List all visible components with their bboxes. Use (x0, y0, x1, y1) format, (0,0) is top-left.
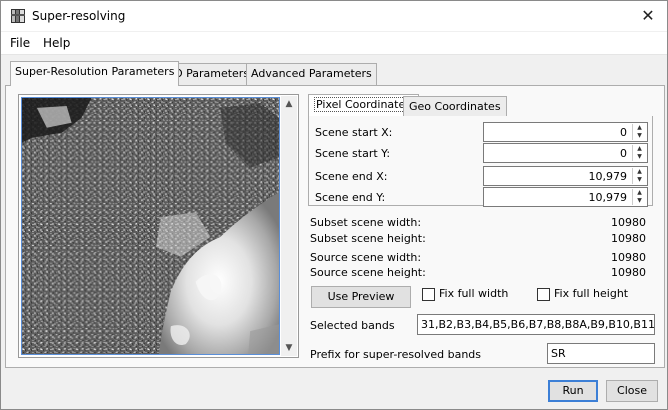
source-scene-height-label: Source scene height: (310, 266, 426, 279)
checkbox-box[interactable] (537, 287, 550, 301)
scene-start-x-stepper[interactable]: ▲ ▼ (632, 124, 646, 140)
subset-scene-width-label: Subset scene width: (310, 216, 422, 229)
dialog-window: Super-resolving ✕ File Help Super-Resolu… (0, 0, 668, 410)
window-title: Super-resolving (32, 9, 126, 23)
app-icon (11, 9, 25, 23)
increment-icon[interactable]: ▲ (633, 168, 646, 176)
source-scene-width-label: Source scene width: (310, 251, 422, 264)
prefix-field[interactable]: SR (547, 343, 655, 364)
increment-icon[interactable]: ▲ (633, 124, 646, 132)
satellite-preview-image[interactable] (21, 97, 280, 355)
close-button[interactable]: Close (606, 380, 658, 402)
source-scene-width-value: 10980 (611, 251, 646, 264)
scene-end-x-spinner[interactable]: 10,979 ▲ ▼ (483, 166, 648, 186)
tab-advanced-parameters[interactable]: Advanced Parameters (246, 63, 377, 85)
preview-scrollbar[interactable]: ▲ ▼ (281, 96, 297, 356)
selected-bands-field[interactable]: 31,B2,B3,B4,B5,B6,B7,B8,B8A,B9,B10,B11,B… (417, 314, 655, 335)
scene-start-y-label: Scene start Y: (315, 147, 391, 160)
scene-end-x-label: Scene end X: (315, 170, 388, 183)
scroll-down-icon[interactable]: ▼ (281, 340, 297, 356)
scene-start-y-spinner[interactable]: 0 ▲ ▼ (483, 143, 648, 163)
menu-bar: File Help (1, 32, 667, 55)
scene-start-y-value: 0 (620, 147, 627, 160)
title-bar: Super-resolving ✕ (1, 1, 667, 31)
fix-full-width-label: Fix full width (439, 287, 509, 300)
close-window-icon[interactable]: ✕ (637, 6, 659, 26)
scene-start-x-spinner[interactable]: 0 ▲ ▼ (483, 122, 648, 142)
scene-end-y-label: Scene end Y: (315, 191, 386, 204)
menu-file[interactable]: File (10, 36, 30, 50)
decrement-icon[interactable]: ▼ (633, 176, 646, 184)
scene-end-y-spinner[interactable]: 10,979 ▲ ▼ (483, 187, 648, 207)
scene-start-x-value: 0 (620, 126, 627, 139)
decrement-icon[interactable]: ▼ (633, 153, 646, 161)
tab-geo-coordinates[interactable]: Geo Coordinates (403, 96, 507, 116)
prefix-label: Prefix for super-resolved bands (310, 348, 482, 361)
subset-scene-width-value: 10980 (611, 216, 646, 229)
scene-start-y-stepper[interactable]: ▲ ▼ (632, 145, 646, 161)
menu-help[interactable]: Help (43, 36, 70, 50)
scene-end-x-stepper[interactable]: ▲ ▼ (632, 168, 646, 184)
image-preview[interactable]: ▲ ▼ (18, 94, 299, 358)
scroll-up-icon[interactable]: ▲ (281, 96, 297, 112)
fix-full-height-label: Fix full height (554, 287, 629, 300)
scene-end-y-value: 10,979 (588, 191, 628, 204)
subset-scene-height-label: Subset scene height: (310, 232, 426, 245)
decrement-icon[interactable]: ▼ (633, 197, 646, 205)
run-button[interactable]: Run (548, 380, 598, 402)
subset-scene-height-value: 10980 (611, 232, 646, 245)
super-resolution-panel: ▲ ▼ Pixel Coordinates Geo Coordinates Sc… (5, 85, 665, 368)
use-preview-button[interactable]: Use Preview (311, 286, 411, 308)
fix-full-height-checkbox[interactable]: Fix full height (537, 287, 628, 301)
selected-bands-label: Selected bands (310, 319, 395, 332)
tab-pixel-coordinates-label: Pixel Coordinates (314, 97, 413, 112)
scene-start-x-label: Scene start X: (315, 126, 393, 139)
tab-super-resolution-parameters[interactable]: Super-Resolution Parameters (10, 61, 180, 86)
scene-end-y-stepper[interactable]: ▲ ▼ (632, 189, 646, 205)
decrement-icon[interactable]: ▼ (633, 132, 646, 140)
pixel-coordinates-panel: Scene start X: 0 ▲ ▼ Scene start Y: 0 ▲ … (308, 116, 653, 207)
increment-icon[interactable]: ▲ (633, 145, 646, 153)
increment-icon[interactable]: ▲ (633, 189, 646, 197)
scene-end-x-value: 10,979 (588, 170, 628, 183)
source-scene-height-value: 10980 (611, 266, 646, 279)
checkbox-box[interactable] (422, 287, 435, 301)
fix-full-width-checkbox[interactable]: Fix full width (422, 287, 508, 301)
